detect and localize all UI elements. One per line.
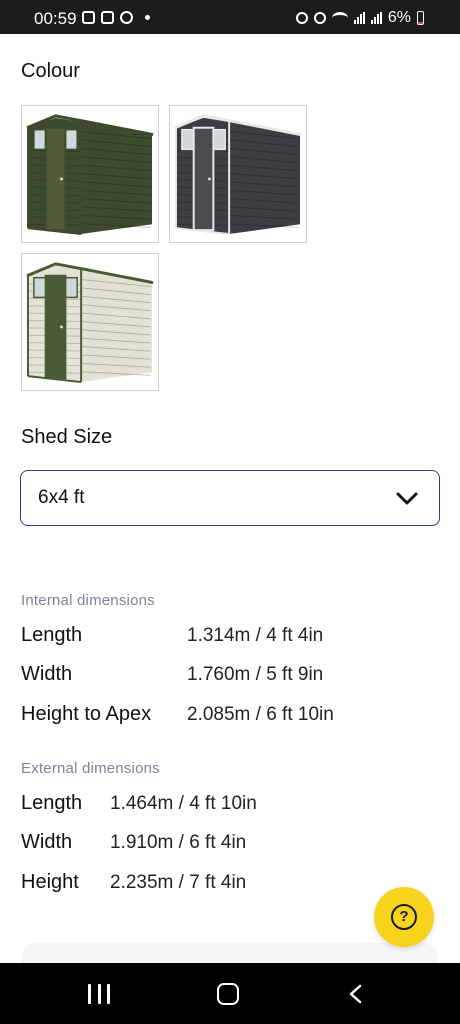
status-right-icons: 6% [295,9,424,27]
back-icon[interactable] [348,984,362,1004]
status-bar: 00:59 6% [0,0,460,34]
alarm-icon [313,12,326,24]
battery-icon [417,11,424,25]
green-shed-image [26,114,154,236]
clock-icon [295,12,308,24]
instagram-icon [101,11,114,24]
help-button[interactable]: ? [374,887,434,947]
status-left-icons [82,11,150,24]
bottom-card [22,943,438,963]
external-width-value: 1.910m / 6 ft 4in [110,832,247,853]
external-width-label: Width [21,831,73,853]
shed-vent [64,276,78,299]
battery-percent: 6% [387,9,411,26]
internal-width-label: Width [21,663,73,685]
external-length-label: Length [21,792,83,814]
colour-option-grey[interactable] [169,105,307,243]
shed-door-handle [59,325,63,329]
external-height-label: Height [21,871,79,893]
home-icon[interactable] [217,983,239,1005]
shed-size-title: Shed Size [21,426,113,448]
question-mark-icon: ? [391,904,417,930]
internal-height-label: Height to Apex [21,703,152,725]
internal-length-label: Length [21,624,83,646]
colour-option-cream[interactable] [21,253,159,391]
wifi-icon [331,12,348,24]
messenger-icon [120,11,133,24]
notification-dot-icon [145,15,150,20]
shed-door-handle [59,177,63,181]
shed-vent [181,128,195,151]
external-height-value: 2.235m / 7 ft 4in [110,872,247,893]
shed-vent [33,128,47,151]
shed-size-select[interactable]: 6x4 ft [20,470,440,526]
chevron-down-icon [396,492,418,505]
colour-title: Colour [21,60,80,82]
cream-shed-image [26,262,154,384]
shed-vent [64,128,78,151]
signal-icon [353,12,365,24]
signal-icon [370,12,382,24]
system-nav-bar [0,963,460,1024]
shed-door-handle [207,177,211,181]
internal-height-value: 2.085m / 6 ft 10in [187,704,334,725]
shed-vent [33,276,47,299]
grey-shed-image [174,114,302,236]
recent-apps-icon[interactable] [88,984,110,1004]
external-length-value: 1.464m / 4 ft 10in [110,793,257,814]
external-dimensions-heading: External dimensions [21,760,160,777]
internal-length-value: 1.314m / 4 ft 4in [187,625,324,646]
internal-dimensions-heading: Internal dimensions [21,592,155,609]
instagram-icon [82,11,95,24]
colour-option-green[interactable] [21,105,159,243]
shed-vent [212,128,226,151]
shed-size-value: 6x4 ft [38,487,85,508]
internal-width-value: 1.760m / 5 ft 9in [187,664,324,685]
status-time: 00:59 [34,9,77,28]
